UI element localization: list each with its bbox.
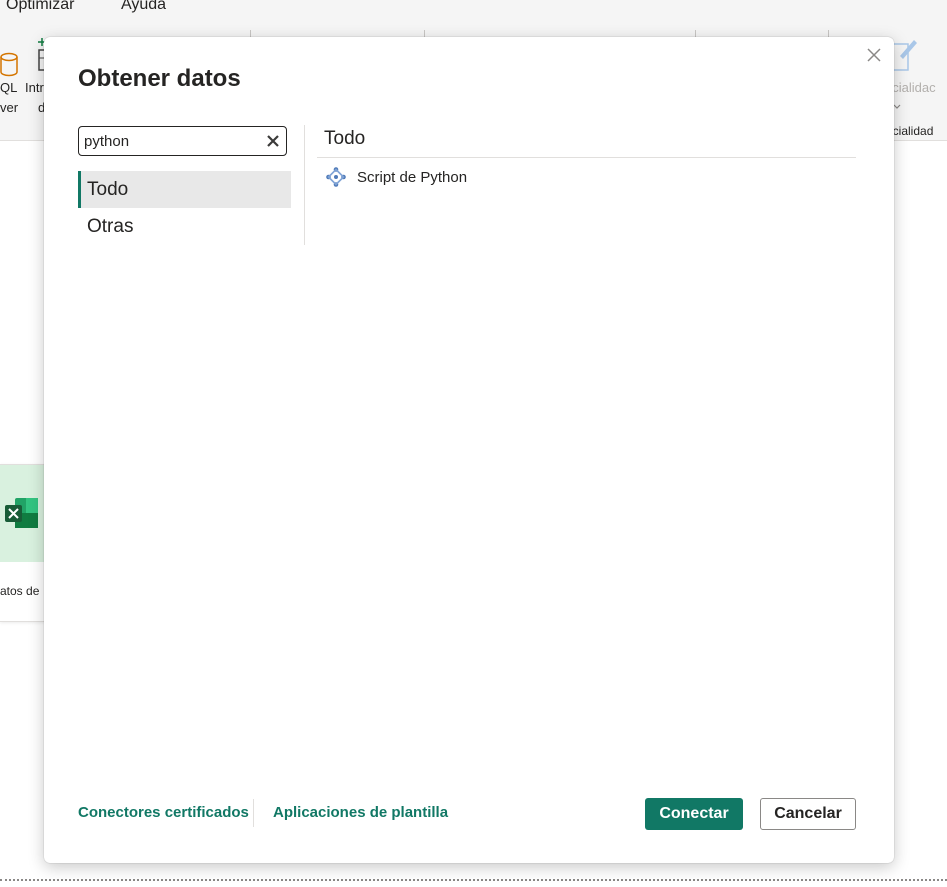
card-caption: atos de <box>0 584 40 598</box>
result-label: Script de Python <box>357 168 468 186</box>
pane-divider <box>304 125 305 245</box>
search-box[interactable] <box>78 126 287 156</box>
section-divider <box>317 157 856 158</box>
template-apps-link[interactable]: Aplicaciones de plantilla <box>273 804 448 821</box>
excel-workbook-card[interactable]: atos de <box>0 464 45 622</box>
results-section-title: Todo <box>324 128 366 149</box>
certified-connectors-link[interactable]: Conectores certificados <box>78 804 249 821</box>
chevron-down-icon[interactable] <box>893 104 901 110</box>
close-icon <box>867 48 881 62</box>
category-list: Todo Otras <box>78 171 291 245</box>
sql-label-1: QL <box>0 80 18 95</box>
category-otras[interactable]: Otras <box>78 208 291 245</box>
footer-divider <box>253 799 254 827</box>
search-input[interactable] <box>84 131 259 151</box>
status-bar-divider <box>0 879 947 881</box>
enter-data-label-1: Intr <box>25 80 44 95</box>
result-python-script[interactable]: Script de Python <box>325 165 467 189</box>
menu-bar: Optimizar Ayuda <box>0 0 947 18</box>
menu-ayuda[interactable]: Ayuda <box>121 0 166 14</box>
close-button[interactable] <box>862 43 886 67</box>
menu-optimizar[interactable]: Optimizar <box>6 0 74 14</box>
dialog-title: Obtener datos <box>78 65 241 92</box>
get-data-dialog: Obtener datos Todo Otras Todo Script de … <box>44 37 894 863</box>
card-thumbnail <box>0 465 44 562</box>
cancel-button[interactable]: Cancelar <box>760 798 856 830</box>
database-icon[interactable] <box>0 52 20 78</box>
connect-button[interactable]: Conectar <box>645 798 743 830</box>
sql-label-2: ver <box>0 100 19 115</box>
clear-icon <box>267 135 279 147</box>
clear-search-button[interactable] <box>265 133 281 149</box>
category-todo[interactable]: Todo <box>78 171 291 208</box>
python-script-icon <box>325 166 347 188</box>
excel-icon <box>5 498 38 528</box>
